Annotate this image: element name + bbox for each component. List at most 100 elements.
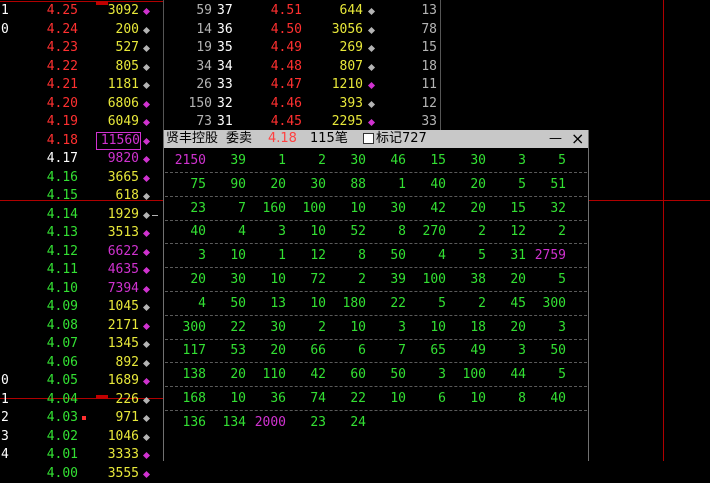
popup-title-bar[interactable]: 贤丰控股 委卖 4.18 115笔 标记727 — × xyxy=(164,130,588,148)
queue-order-volume[interactable]: 15 xyxy=(486,199,526,219)
volume[interactable]: 1929 xyxy=(96,206,139,224)
price-level[interactable]: 4.01 xyxy=(40,446,78,464)
queue-order-volume[interactable]: 5 xyxy=(526,365,566,385)
queue-order-volume[interactable]: 50 xyxy=(526,341,566,361)
queue-order-volume[interactable]: 38 xyxy=(446,270,486,290)
volume[interactable]: 2171 xyxy=(96,317,139,335)
queue-order-volume[interactable]: 39 xyxy=(366,270,406,290)
volume[interactable]: 3665 xyxy=(96,169,139,187)
queue-order-volume[interactable]: 50 xyxy=(206,294,246,314)
queue-order-volume[interactable]: 42 xyxy=(406,199,446,219)
queue-order-volume[interactable]: 31 xyxy=(486,246,526,266)
queue-order-volume[interactable]: 2 xyxy=(526,222,566,242)
queue-order-volume[interactable]: 134 xyxy=(206,413,246,433)
queue-order-volume[interactable]: 23 xyxy=(286,413,326,433)
queue-order-volume[interactable]: 30 xyxy=(366,199,406,219)
queue-order-volume[interactable]: 1 xyxy=(246,151,286,171)
volume[interactable]: 527 xyxy=(96,39,139,57)
queue-order-volume[interactable]: 40 xyxy=(406,175,446,195)
queue-order-volume[interactable]: 2 xyxy=(286,318,326,338)
queue-order-volume[interactable]: 20 xyxy=(446,175,486,195)
price-level[interactable]: 4.13 xyxy=(40,224,78,242)
queue-order-volume[interactable]: 10 xyxy=(446,389,486,409)
queue-order-volume[interactable]: 100 xyxy=(406,270,446,290)
price-level[interactable]: 4.03 xyxy=(40,409,78,427)
queue-order-volume[interactable]: 10 xyxy=(286,294,326,314)
price-level[interactable]: 4.07 xyxy=(40,335,78,353)
queue-order-volume[interactable]: 10 xyxy=(206,389,246,409)
queue-order-volume[interactable]: 12 xyxy=(286,246,326,266)
queue-order-volume[interactable]: 3 xyxy=(246,222,286,242)
queue-order-volume[interactable]: 46 xyxy=(366,151,406,171)
queue-order-volume[interactable]: 10 xyxy=(286,222,326,242)
queue-order-volume[interactable]: 100 xyxy=(286,199,326,219)
queue-order-volume[interactable]: 300 xyxy=(526,294,566,314)
queue-order-volume[interactable]: 88 xyxy=(326,175,366,195)
queue-order-volume[interactable]: 138 xyxy=(166,365,206,385)
order-queue-popup[interactable]: 贤丰控股 委卖 4.18 115笔 标记727 — × 2150 39 1 2 30 46… xyxy=(163,130,589,461)
price-level[interactable]: 4.47 xyxy=(262,76,302,94)
volume[interactable]: 1181 xyxy=(96,76,139,94)
queue-order-volume[interactable]: 44 xyxy=(486,365,526,385)
queue-order-volume[interactable]: 75 xyxy=(166,175,206,195)
price-level[interactable]: 4.48 xyxy=(262,58,302,76)
queue-order-volume[interactable]: 12 xyxy=(486,222,526,242)
queue-order-volume[interactable]: 3 xyxy=(366,318,406,338)
queue-order-volume[interactable]: 8 xyxy=(366,222,406,242)
volume[interactable]: 4635 xyxy=(96,261,139,279)
volume[interactable]: 11560 xyxy=(96,131,141,150)
volume[interactable]: 269 xyxy=(318,39,363,57)
queue-order-volume[interactable]: 3 xyxy=(406,365,446,385)
volume[interactable]: 892 xyxy=(96,354,139,372)
price-level[interactable]: 4.09 xyxy=(40,298,78,316)
volume[interactable]: 1045 xyxy=(96,298,139,316)
price-level[interactable]: 4.46 xyxy=(262,95,302,113)
queue-order-volume[interactable]: 40 xyxy=(166,222,206,242)
queue-order-volume[interactable]: 5 xyxy=(486,175,526,195)
price-level[interactable]: 4.00 xyxy=(40,465,78,483)
queue-order-volume[interactable]: 20 xyxy=(486,270,526,290)
queue-order-volume[interactable]: 30 xyxy=(446,151,486,171)
volume[interactable]: 393 xyxy=(318,95,363,113)
queue-order-volume[interactable]: 22 xyxy=(326,389,366,409)
queue-order-volume[interactable]: 4 xyxy=(206,222,246,242)
queue-order-volume[interactable]: 52 xyxy=(326,222,366,242)
volume[interactable]: 7394 xyxy=(96,280,139,298)
queue-order-volume[interactable]: 270 xyxy=(406,222,446,242)
queue-order-volume[interactable]: 100 xyxy=(446,365,486,385)
queue-order-volume[interactable]: 160 xyxy=(246,199,286,219)
queue-order-volume[interactable]: 36 xyxy=(246,389,286,409)
volume[interactable]: 6049 xyxy=(96,113,139,131)
queue-order-volume[interactable]: 300 xyxy=(166,318,206,338)
queue-order-volume[interactable]: 74 xyxy=(286,389,326,409)
queue-order-volume[interactable]: 10 xyxy=(326,199,366,219)
queue-order-volume[interactable]: 2 xyxy=(286,151,326,171)
queue-order-volume[interactable]: 117 xyxy=(166,341,206,361)
queue-order-volume[interactable]: 23 xyxy=(166,199,206,219)
queue-order-volume[interactable]: 10 xyxy=(246,270,286,290)
queue-order-volume[interactable]: 3 xyxy=(526,318,566,338)
queue-order-volume[interactable]: 39 xyxy=(206,151,246,171)
price-level[interactable]: 4.14 xyxy=(40,206,78,224)
queue-order-volume[interactable]: 22 xyxy=(366,294,406,314)
price-level[interactable]: 4.50 xyxy=(262,21,302,39)
queue-order-volume[interactable]: 24 xyxy=(326,413,366,433)
volume[interactable]: 3333 xyxy=(96,446,139,464)
queue-order-volume[interactable]: 6 xyxy=(326,341,366,361)
queue-order-volume[interactable]: 50 xyxy=(366,365,406,385)
queue-order-volume[interactable]: 2 xyxy=(326,270,366,290)
volume[interactable]: 807 xyxy=(318,58,363,76)
queue-order-volume[interactable]: 8 xyxy=(326,246,366,266)
price-level[interactable]: 4.45 xyxy=(262,113,302,131)
price-level[interactable]: 4.24 xyxy=(40,21,78,39)
minimize-button[interactable]: — xyxy=(549,130,562,148)
price-level[interactable]: 4.20 xyxy=(40,95,78,113)
queue-order-volume[interactable]: 53 xyxy=(206,341,246,361)
queue-order-volume[interactable]: 20 xyxy=(166,270,206,290)
queue-order-volume[interactable]: 49 xyxy=(446,341,486,361)
volume[interactable]: 226 xyxy=(96,391,139,409)
volume[interactable]: 3555 xyxy=(96,465,139,483)
queue-order-volume[interactable]: 5 xyxy=(526,270,566,290)
volume[interactable]: 9820 xyxy=(96,150,139,168)
price-level[interactable]: 4.05 xyxy=(40,372,78,390)
